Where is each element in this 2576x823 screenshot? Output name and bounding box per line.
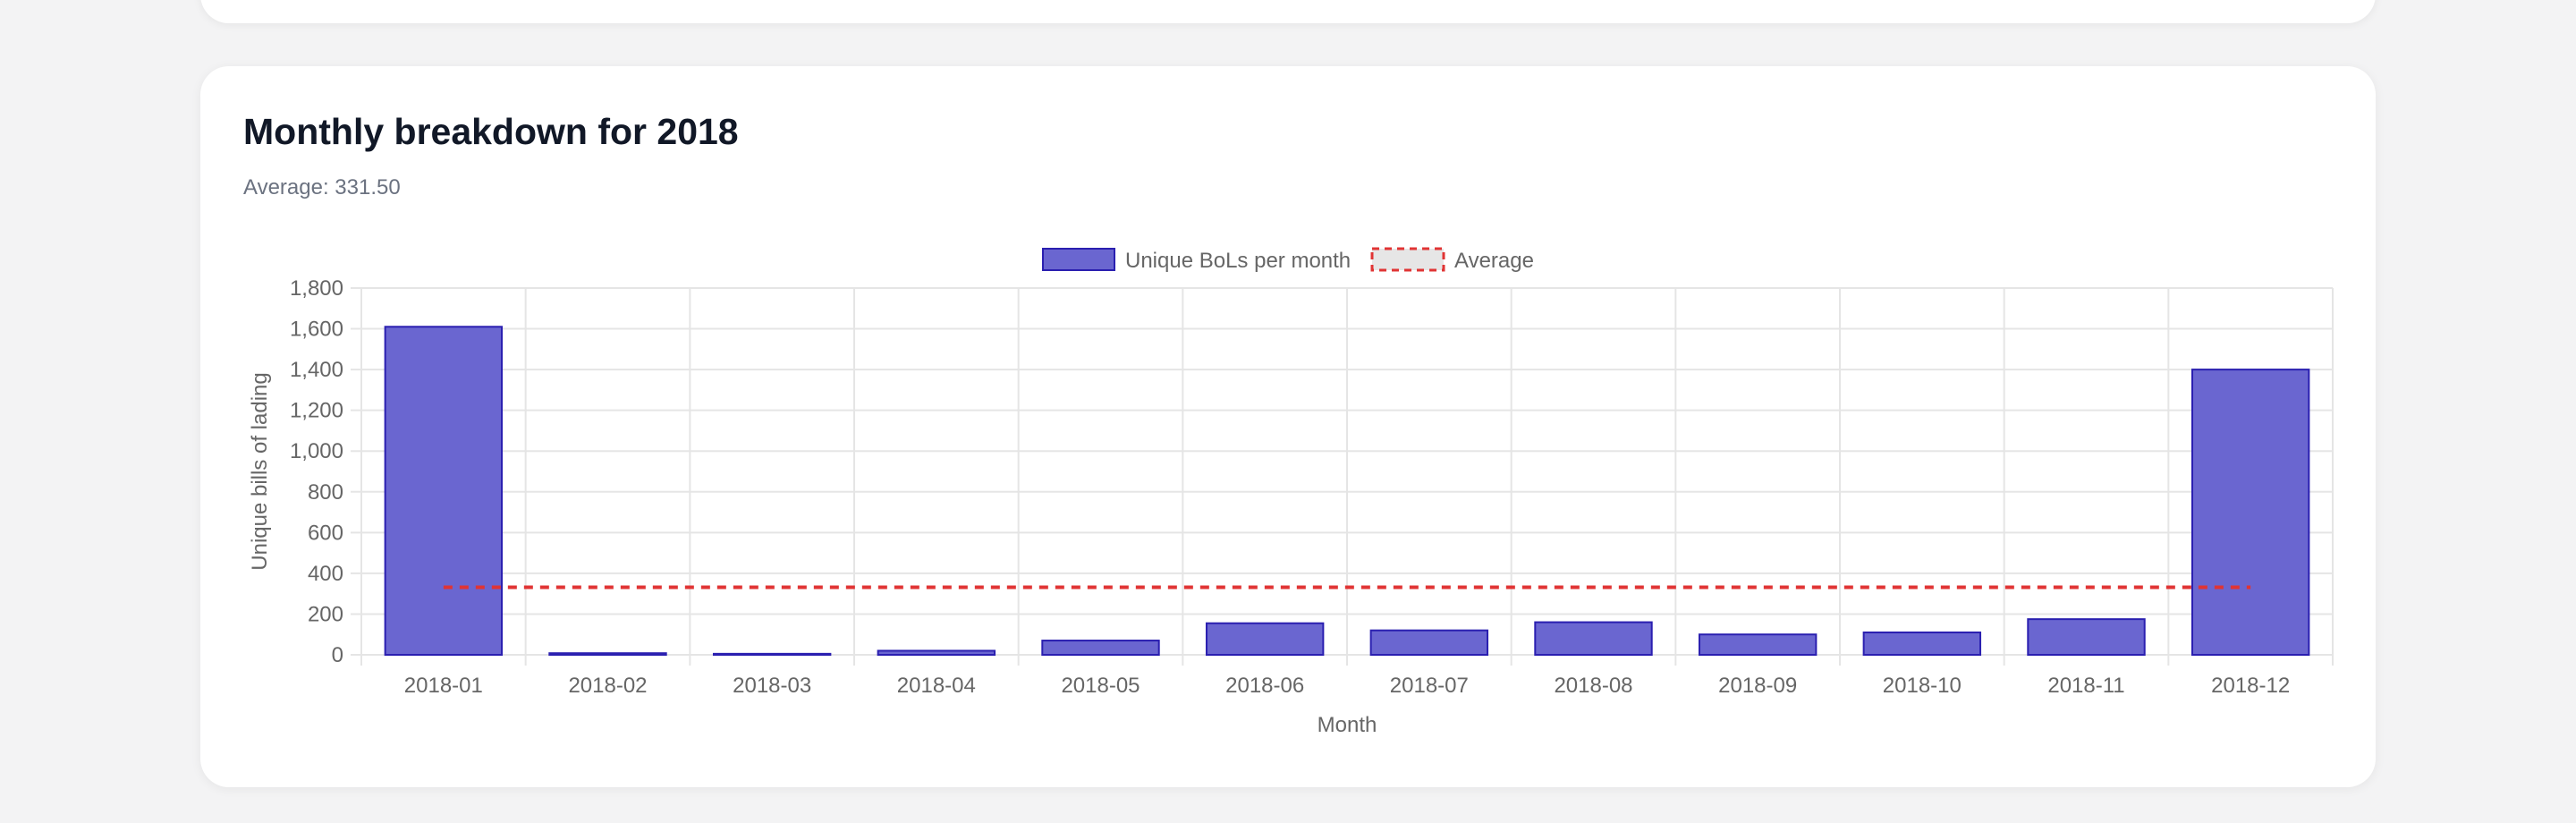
bar-2018-01 bbox=[384, 326, 504, 656]
x-tick-label: 2018-03 bbox=[733, 674, 811, 698]
x-tick-label: 2018-06 bbox=[1225, 674, 1304, 698]
y-tick-label: 1,600 bbox=[290, 318, 343, 342]
x-tick-label: 2018-01 bbox=[404, 674, 483, 698]
y-tick-label: 0 bbox=[332, 643, 343, 667]
y-tick-label: 1,400 bbox=[290, 358, 343, 382]
legend-label-average: Average bbox=[1454, 249, 1534, 273]
x-tick-label: 2018-12 bbox=[2211, 674, 2290, 698]
y-tick-label: 800 bbox=[308, 480, 343, 505]
bar-2018-02 bbox=[548, 652, 667, 657]
y-tick-label: 200 bbox=[308, 602, 343, 626]
legend-swatch-bars bbox=[1042, 248, 1115, 271]
y-tick-label: 400 bbox=[308, 562, 343, 586]
y-tick-label: 1,200 bbox=[290, 399, 343, 423]
x-tick-label: 2018-02 bbox=[568, 674, 647, 698]
x-tick-label: 2018-08 bbox=[1554, 674, 1632, 698]
bar-2018-11 bbox=[2027, 618, 2146, 657]
bar-2018-04 bbox=[877, 649, 996, 657]
bar-2018-08 bbox=[1534, 621, 1653, 656]
x-tick-label: 2018-04 bbox=[897, 674, 976, 698]
previous-card bbox=[200, 0, 2376, 23]
monthly-breakdown-card: Monthly breakdown for 2018 Average: 331.… bbox=[200, 66, 2376, 787]
x-tick-label: 2018-10 bbox=[1883, 674, 1962, 698]
monthly-bar-chart: 0 200 400 600 800 1,000 1,200 1,400 1,600 1,800 20… bbox=[248, 247, 2334, 737]
x-tick-label: 2018-11 bbox=[2047, 674, 2124, 698]
bar-2018-06 bbox=[1205, 622, 1325, 657]
y-tick-label: 1,000 bbox=[290, 439, 343, 463]
bar-2018-03 bbox=[712, 652, 832, 656]
bar-2018-12 bbox=[2190, 369, 2310, 656]
y-tick-label: 600 bbox=[308, 521, 343, 545]
bar-2018-10 bbox=[1862, 631, 1982, 657]
x-tick-label: 2018-09 bbox=[1718, 674, 1797, 698]
x-tick-label: 2018-05 bbox=[1061, 674, 1140, 698]
bar-2018-09 bbox=[1698, 633, 1818, 657]
bar-2018-05 bbox=[1041, 640, 1160, 656]
y-axis-title: Unique bills of lading bbox=[248, 372, 272, 570]
legend-swatch-average bbox=[1370, 247, 1445, 272]
x-tick-label: 2018-07 bbox=[1390, 674, 1469, 698]
x-axis-title: Month bbox=[1318, 713, 1377, 737]
y-tick-label: 1,800 bbox=[290, 276, 343, 301]
legend-label-bars: Unique BoLs per month bbox=[1125, 249, 1351, 273]
bar-2018-07 bbox=[1369, 629, 1489, 657]
